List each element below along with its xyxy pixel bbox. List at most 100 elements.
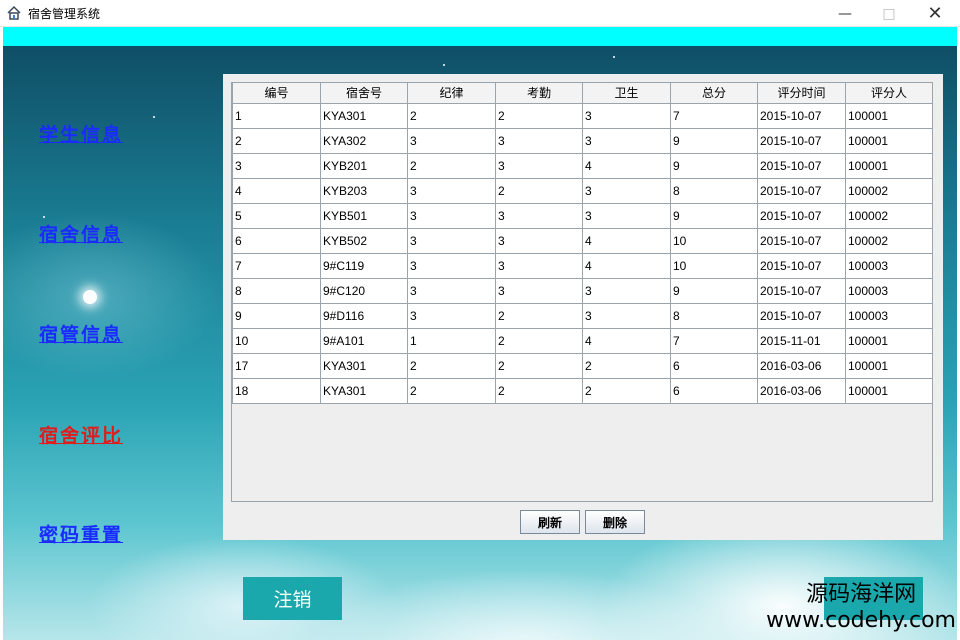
table-cell[interactable]: 2 <box>495 177 583 204</box>
table-cell[interactable]: 3 <box>582 202 671 229</box>
table-cell[interactable]: 9 <box>232 302 321 329</box>
table-cell[interactable]: 4 <box>232 177 321 204</box>
table-cell[interactable]: 2015-10-07 <box>757 202 846 229</box>
table-cell[interactable]: 3 <box>407 202 496 229</box>
table-cell[interactable]: 7 <box>670 327 758 354</box>
table-cell[interactable]: KYB502 <box>320 227 408 254</box>
column-header[interactable]: 宿舍号 <box>320 83 408 104</box>
maximize-button[interactable]: □ <box>866 0 912 27</box>
table-row[interactable]: 18 KYA301 2 2 2 6 2016-03-06 100001 <box>232 377 933 404</box>
table-row[interactable]: 10 9#A101 1 2 4 7 2015-11-01 100001 <box>232 327 933 354</box>
table-cell[interactable]: 2015-10-07 <box>757 177 846 204</box>
table-cell[interactable]: 2 <box>495 102 583 129</box>
table-cell[interactable]: 10 <box>670 252 758 279</box>
logout-button[interactable]: 注销 <box>243 577 342 620</box>
table-cell[interactable]: 2 <box>407 352 496 379</box>
table-cell[interactable]: 6 <box>670 377 758 404</box>
table-cell[interactable]: 3 <box>495 227 583 254</box>
table-cell[interactable]: KYB201 <box>320 152 408 179</box>
table-cell[interactable]: 7 <box>670 102 758 129</box>
table-cell[interactable]: 2 <box>582 352 671 379</box>
table-cell[interactable]: 9#C119 <box>320 252 408 279</box>
table-cell[interactable]: 3 <box>407 127 496 154</box>
table-cell[interactable]: 10 <box>670 227 758 254</box>
table-cell[interactable]: 1 <box>232 102 321 129</box>
table-cell[interactable]: 9 <box>670 127 758 154</box>
table-cell[interactable]: 3 <box>582 277 671 304</box>
sidebar-item-manager-info[interactable]: 宿管信息 <box>39 320 123 347</box>
table-cell[interactable]: 2 <box>495 377 583 404</box>
table-cell[interactable]: 3 <box>407 277 496 304</box>
table-cell[interactable]: 100001 <box>845 377 933 404</box>
table-row[interactable]: 3 KYB201 2 3 4 9 2015-10-07 100001 <box>232 152 933 179</box>
sidebar-item-dorm-rating[interactable]: 宿舍评比 <box>39 421 123 448</box>
table-cell[interactable]: 6 <box>232 227 321 254</box>
table-cell[interactable]: 2 <box>407 102 496 129</box>
table-cell[interactable]: 3 <box>582 102 671 129</box>
minimize-button[interactable]: — <box>822 0 868 27</box>
table-cell[interactable]: 18 <box>232 377 321 404</box>
table-cell[interactable]: 8 <box>232 277 321 304</box>
table-cell[interactable]: 5 <box>232 202 321 229</box>
table-cell[interactable]: 100001 <box>845 127 933 154</box>
table-row[interactable]: 9 9#D116 3 2 3 8 2015-10-07 100003 <box>232 302 933 329</box>
table-row[interactable]: 5 KYB501 3 3 3 9 2015-10-07 100002 <box>232 202 933 229</box>
column-header[interactable]: 总分 <box>670 83 758 104</box>
table-cell[interactable]: 2015-10-07 <box>757 227 846 254</box>
table-cell[interactable]: 100001 <box>845 327 933 354</box>
table-cell[interactable]: 9#A101 <box>320 327 408 354</box>
table-cell[interactable]: 2015-10-07 <box>757 102 846 129</box>
table-cell[interactable]: 3 <box>407 252 496 279</box>
sidebar-item-password-reset[interactable]: 密码重置 <box>39 520 123 547</box>
table-cell[interactable]: 100003 <box>845 302 933 329</box>
table-cell[interactable]: 9#D116 <box>320 302 408 329</box>
table-cell[interactable]: 2015-10-07 <box>757 127 846 154</box>
table-cell[interactable]: 2015-10-07 <box>757 252 846 279</box>
table-cell[interactable]: 3 <box>495 127 583 154</box>
table-cell[interactable]: 100002 <box>845 227 933 254</box>
table-cell[interactable]: 8 <box>670 177 758 204</box>
table-cell[interactable]: 100003 <box>845 252 933 279</box>
table-cell[interactable]: 9 <box>670 202 758 229</box>
table-cell[interactable]: 3 <box>495 252 583 279</box>
table-cell[interactable]: 7 <box>232 252 321 279</box>
column-header[interactable]: 编号 <box>232 83 321 104</box>
table-cell[interactable]: 2015-10-07 <box>757 277 846 304</box>
column-header[interactable]: 考勤 <box>495 83 583 104</box>
table-cell[interactable]: 2 <box>495 302 583 329</box>
table-cell[interactable]: 3 <box>495 202 583 229</box>
table-cell[interactable]: 3 <box>582 177 671 204</box>
table-cell[interactable]: KYA301 <box>320 377 408 404</box>
table-cell[interactable]: 3 <box>407 177 496 204</box>
table-row[interactable]: 8 9#C120 3 3 3 9 2015-10-07 100003 <box>232 277 933 304</box>
column-header[interactable]: 评分时间 <box>757 83 846 104</box>
table-cell[interactable]: 3 <box>582 127 671 154</box>
table-cell[interactable]: 8 <box>670 302 758 329</box>
table-cell[interactable]: 2 <box>495 352 583 379</box>
table-cell[interactable]: 10 <box>232 327 321 354</box>
refresh-button[interactable]: 刷新 <box>520 510 580 534</box>
table-cell[interactable]: 4 <box>582 252 671 279</box>
table-cell[interactable]: 3 <box>495 277 583 304</box>
table-cell[interactable]: 9#C120 <box>320 277 408 304</box>
table-cell[interactable]: 100001 <box>845 152 933 179</box>
table-cell[interactable]: 1 <box>407 327 496 354</box>
table-cell[interactable]: 3 <box>582 302 671 329</box>
table-cell[interactable]: 100002 <box>845 177 933 204</box>
table-cell[interactable]: 2015-11-01 <box>757 327 846 354</box>
table-cell[interactable]: 2 <box>232 127 321 154</box>
table-cell[interactable]: KYB501 <box>320 202 408 229</box>
table-row[interactable]: 4 KYB203 3 2 3 8 2015-10-07 100002 <box>232 177 933 204</box>
table-cell[interactable]: 100001 <box>845 102 933 129</box>
table-cell[interactable]: 2015-10-07 <box>757 152 846 179</box>
column-header[interactable]: 卫生 <box>582 83 671 104</box>
column-header[interactable]: 评分人 <box>845 83 933 104</box>
table-row[interactable]: 1 KYA301 2 2 3 7 2015-10-07 100001 <box>232 102 933 129</box>
table-cell[interactable]: 2 <box>407 377 496 404</box>
table-cell[interactable]: 2016-03-06 <box>757 352 846 379</box>
table-cell[interactable]: 6 <box>670 352 758 379</box>
table-row[interactable]: 7 9#C119 3 3 4 10 2015-10-07 100003 <box>232 252 933 279</box>
table-cell[interactable]: 9 <box>670 277 758 304</box>
table-cell[interactable]: KYB203 <box>320 177 408 204</box>
sidebar-item-dorm-info[interactable]: 宿舍信息 <box>39 220 123 247</box>
